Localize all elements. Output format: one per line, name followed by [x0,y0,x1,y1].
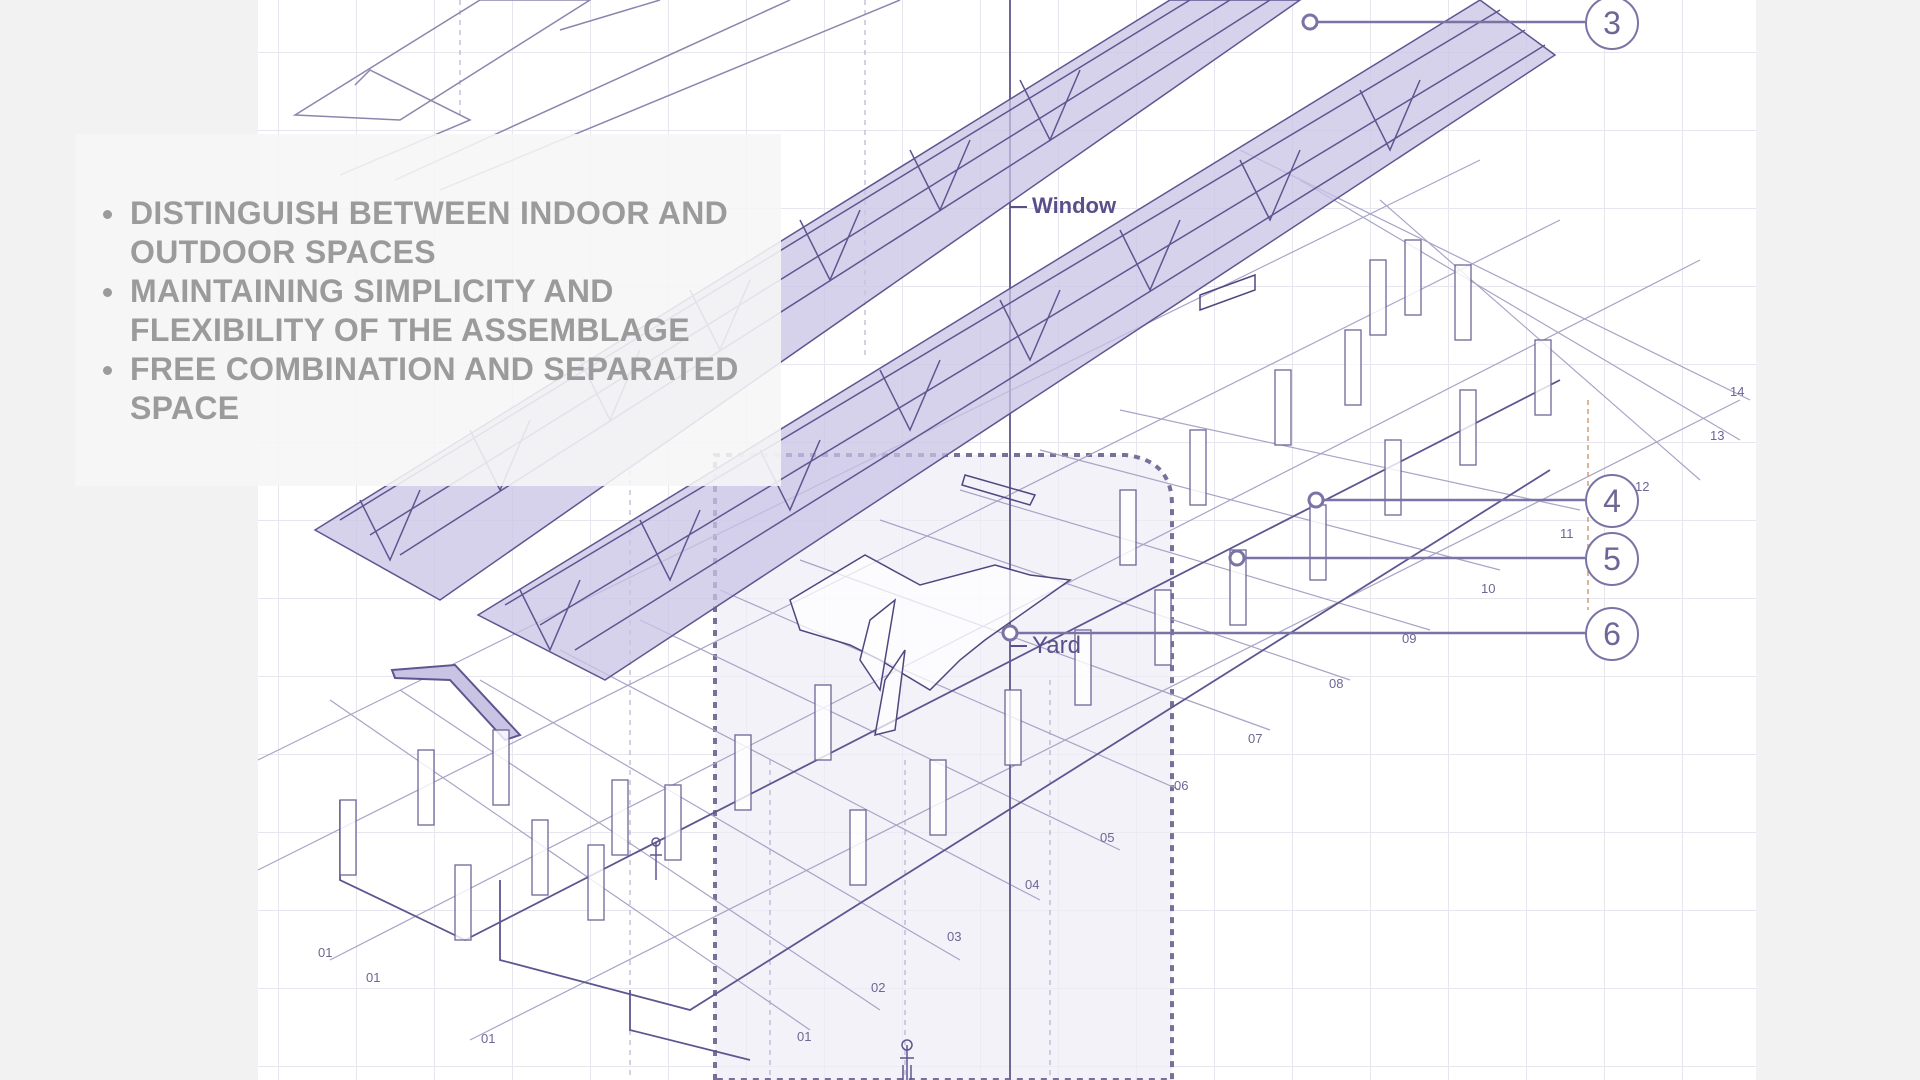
small-canopy [390,663,522,742]
callout-6: 6 [1585,607,1639,661]
axis-label: 14 [1730,384,1745,399]
callout-5: 5 [1585,532,1639,586]
axis-label: 13 [1710,428,1725,443]
axis-label: 09 [1402,631,1417,646]
bullet-dot [103,210,112,219]
bullet-text: FREE COMBINATION AND SEPARATED SPACE [130,351,739,426]
axis-label: 01 [481,1031,496,1046]
bullet-dot [103,288,112,297]
text-panel: DISTINGUISH BETWEEN INDOOR AND OUTDOOR S… [75,134,781,486]
axis-label: 07 [1248,731,1263,746]
bullet-item: FREE COMBINATION AND SEPARATED SPACE [75,350,750,428]
bullet-text: MAINTAINING SIMPLICITY AND FLEXIBILITY O… [130,273,690,348]
axis-label: 01 [318,945,333,960]
window-label: Window [1032,193,1117,218]
axis-label: 01 [366,970,381,985]
axis-label: 05 [1100,830,1115,845]
axis-label: 11 [1560,526,1574,541]
bullet-dot [103,366,112,375]
bullet-item: DISTINGUISH BETWEEN INDOOR AND OUTDOOR S… [75,194,750,272]
axis-label: 01 [797,1029,812,1044]
bullet-list: DISTINGUISH BETWEEN INDOOR AND OUTDOOR S… [75,194,781,428]
axis-label: 06 [1174,778,1189,793]
axis-label: 04 [1025,877,1040,892]
axis-label: 08 [1329,676,1344,691]
bullet-item: MAINTAINING SIMPLICITY AND FLEXIBILITY O… [75,272,750,350]
callout-4: 4 [1585,474,1639,528]
axonometric-slide: DISTINGUISH BETWEEN INDOOR AND OUTDOOR S… [0,0,1920,1080]
axis-label: 10 [1481,581,1496,596]
axis-label: 12 [1635,479,1650,494]
yard-label: Yard [1032,632,1081,659]
axis-label: 03 [947,929,962,944]
axis-label: 02 [871,980,886,995]
bullet-text: DISTINGUISH BETWEEN INDOOR AND OUTDOOR S… [130,195,729,270]
